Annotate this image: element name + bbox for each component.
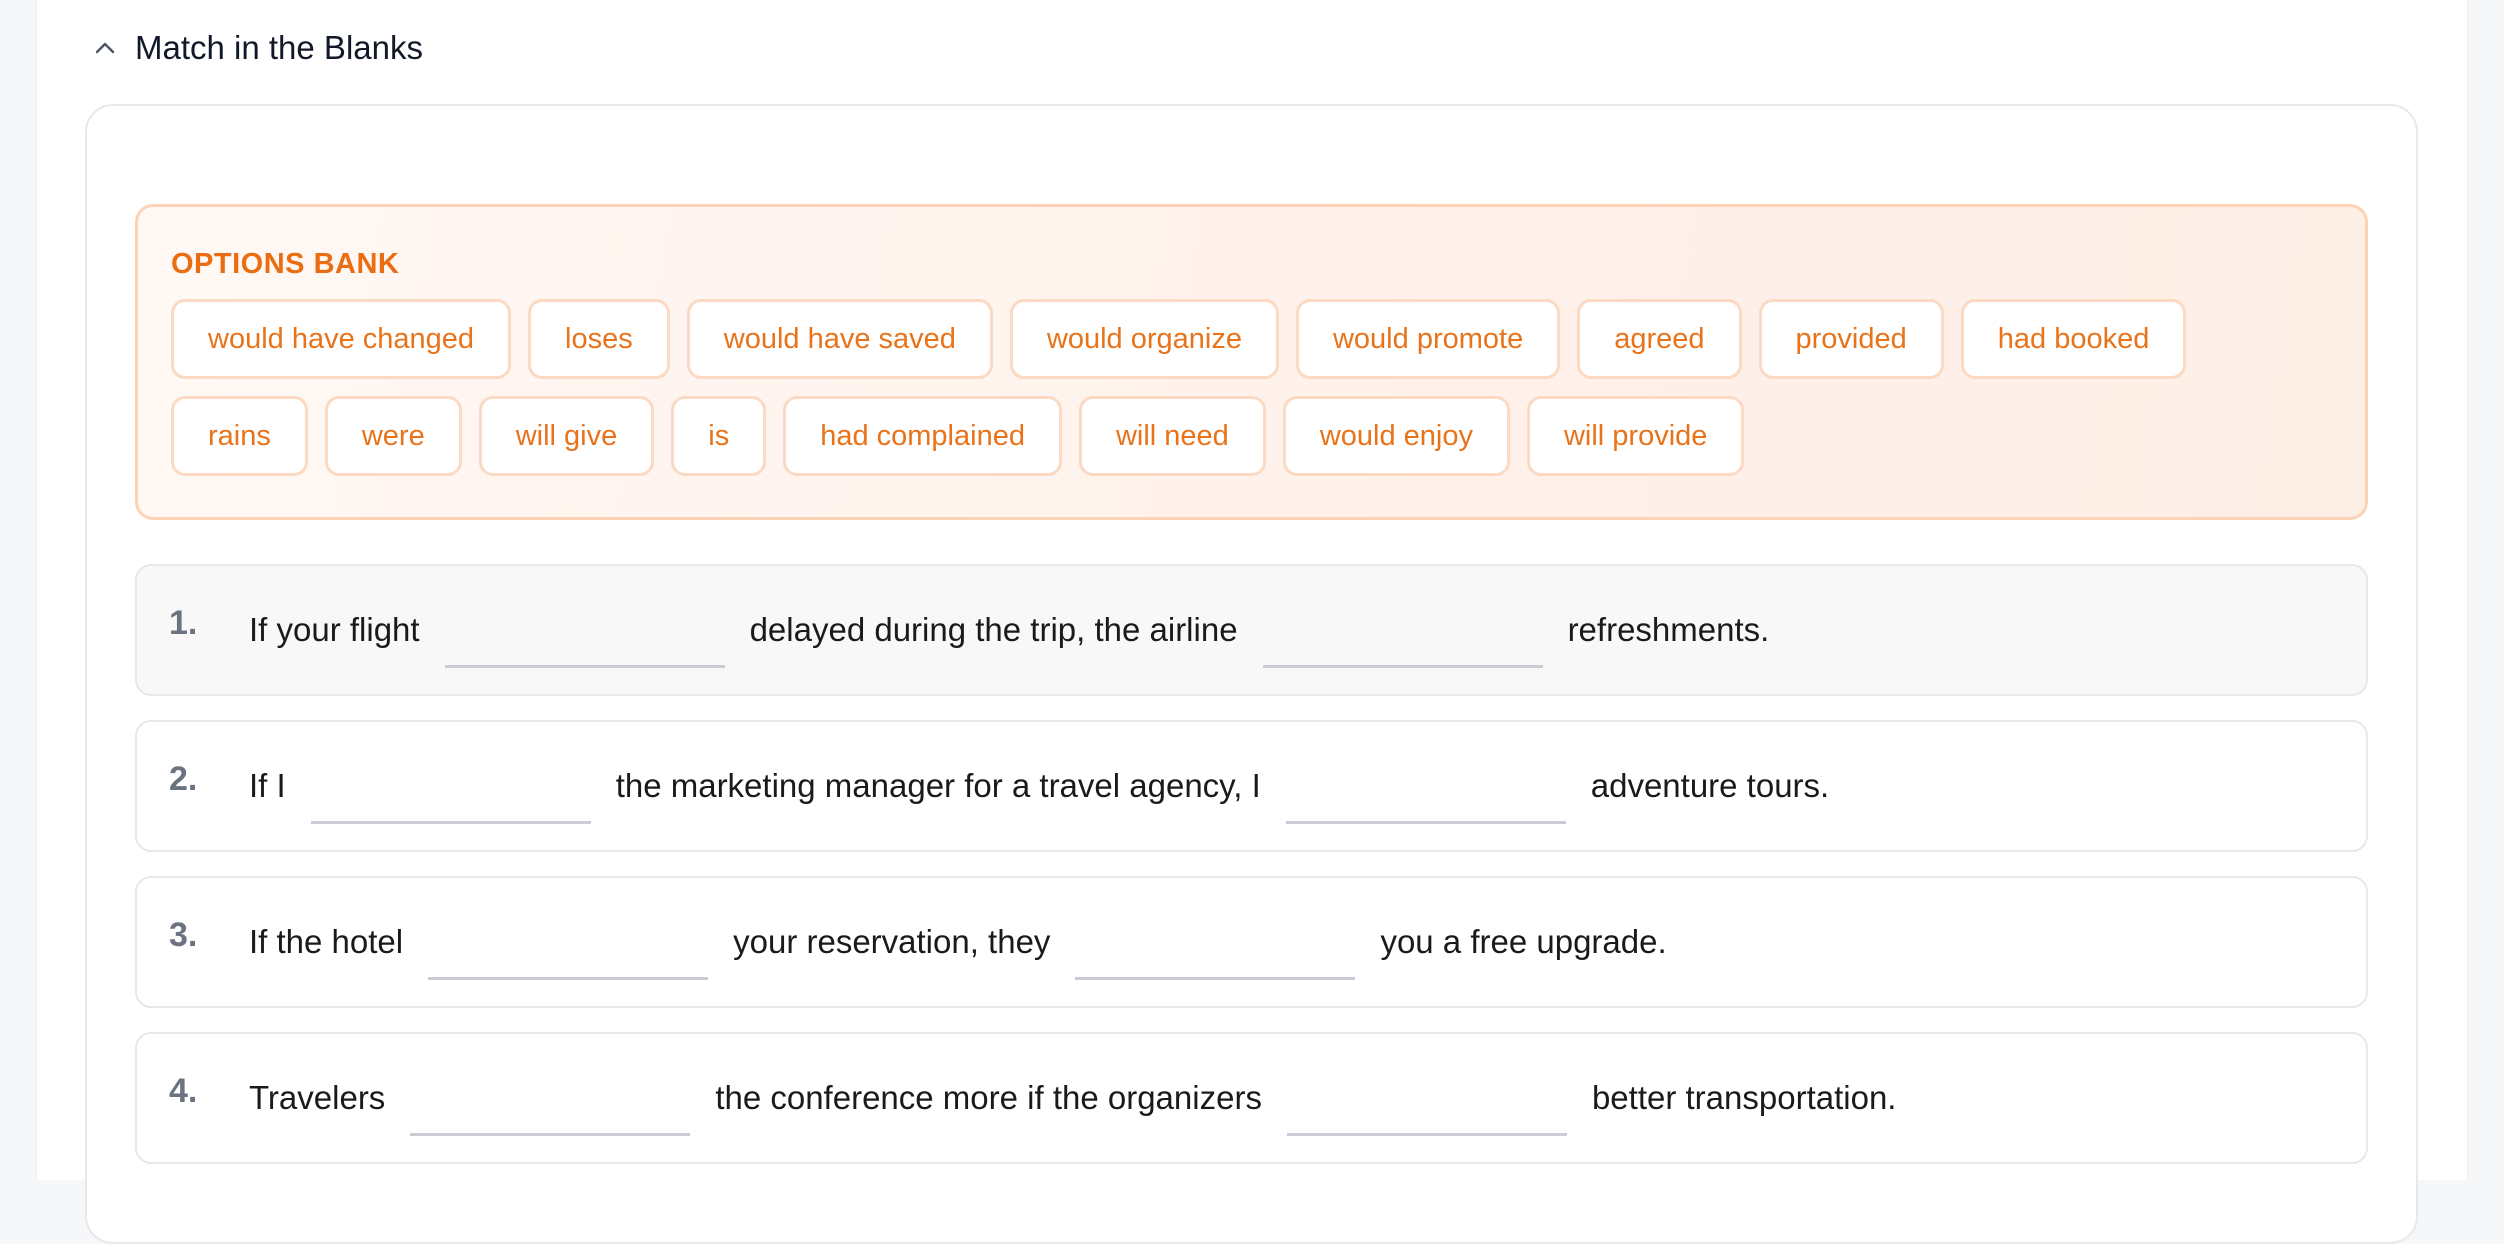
option-chip[interactable]: will give (478, 396, 655, 476)
option-chip[interactable]: loses (528, 299, 670, 379)
blank-drop-zone[interactable] (444, 612, 725, 668)
blank-drop-zone[interactable] (1262, 612, 1543, 668)
question-text: Travelers (249, 1079, 386, 1116)
question-text: better transportation. (1591, 1079, 1897, 1116)
options-bank-title: OPTIONS BANK (171, 248, 400, 280)
blank-drop-zone[interactable] (1285, 768, 1566, 824)
blank-drop-zone[interactable] (310, 768, 591, 824)
question-text: refreshments. (1567, 611, 1770, 648)
question-text: delayed during the trip, the airline (749, 611, 1238, 648)
option-chip[interactable]: will need (1078, 396, 1266, 476)
option-chip[interactable]: agreed (1577, 299, 1742, 379)
question-text: If the hotel (249, 923, 404, 960)
blank-drop-zone[interactable] (1286, 1080, 1567, 1136)
option-chip[interactable]: will provide (1526, 396, 1745, 476)
question-number: 1. (169, 604, 198, 642)
blank-drop-zone[interactable] (1075, 924, 1356, 980)
chevron-up-icon[interactable] (85, 28, 125, 68)
question-text: If I (249, 767, 286, 804)
question-row: 3. If the hotel your reservation, they y… (135, 876, 2368, 1008)
question-text: If your flight (249, 611, 420, 648)
blank-drop-zone[interactable] (428, 924, 709, 980)
section-title: Match in the Blanks (135, 29, 423, 66)
questions-list: 1. If your flight delayed during the tri… (135, 564, 2368, 1188)
option-chip[interactable]: were (324, 396, 462, 476)
question-text: your reservation, they (733, 923, 1051, 960)
question-row: 1. If your flight delayed during the tri… (135, 564, 2368, 696)
question-text: you a free upgrade. (1380, 923, 1667, 960)
options-bank: OPTIONS BANK would have changed loses wo… (135, 204, 2368, 520)
options-list: would have changed loses would have save… (171, 299, 2332, 476)
option-chip[interactable]: would have changed (171, 299, 512, 379)
option-chip[interactable]: had booked (1960, 299, 2187, 379)
question-text: adventure tours. (1590, 767, 1830, 804)
option-chip[interactable]: would enjoy (1282, 396, 1510, 476)
question-number: 4. (169, 1072, 198, 1110)
question-row: 4. Travelers the conference more if the … (135, 1032, 2368, 1164)
question-row: 2. If I the marketing manager for a trav… (135, 720, 2368, 852)
option-chip[interactable]: would organize (1009, 299, 1279, 379)
question-number: 2. (169, 760, 198, 798)
option-chip[interactable]: is (671, 396, 767, 476)
question-number: 3. (169, 916, 198, 954)
question-text: the marketing manager for a travel agenc… (615, 767, 1261, 804)
page: Match in the Blanks OPTIONS BANK would h… (36, 0, 2468, 1244)
blank-drop-zone[interactable] (410, 1080, 691, 1136)
question-text: the conference more if the organizers (715, 1079, 1262, 1116)
exercise-card: OPTIONS BANK would have changed loses wo… (85, 104, 2418, 1244)
option-chip[interactable]: would have saved (686, 299, 993, 379)
option-chip[interactable]: rains (171, 396, 308, 476)
option-chip[interactable]: had complained (783, 396, 1062, 476)
section-header-toggle[interactable]: Match in the Blanks (85, 18, 423, 78)
option-chip[interactable]: provided (1758, 299, 1944, 379)
option-chip[interactable]: would promote (1295, 299, 1561, 379)
